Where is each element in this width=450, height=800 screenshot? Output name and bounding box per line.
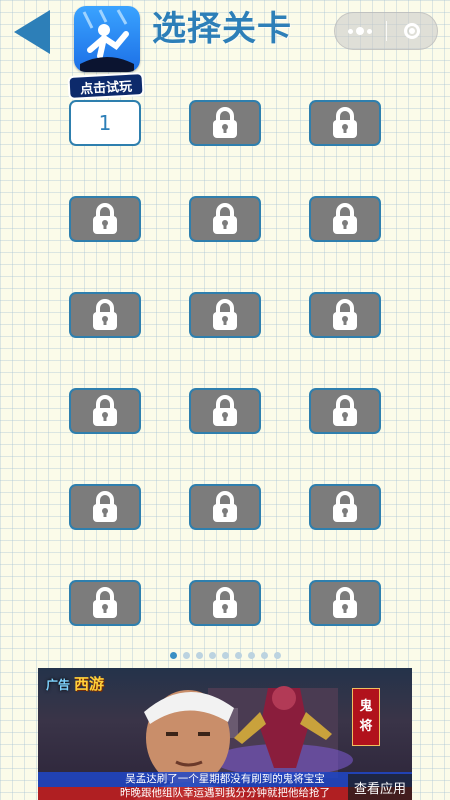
lock-icon (213, 491, 237, 522)
page-dot[interactable] (221, 652, 229, 659)
level-locked-button[interactable] (189, 196, 261, 242)
level-button[interactable]: 1 (69, 100, 141, 146)
lock-icon (333, 395, 357, 426)
lock-icon (93, 587, 117, 618)
ad-side-badge-char: 将 (359, 719, 373, 734)
page-dot[interactable] (208, 652, 216, 659)
lock-icon (333, 491, 357, 522)
page-dot[interactable] (234, 652, 242, 659)
level-locked-button[interactable] (189, 484, 261, 530)
level-locked-button[interactable] (69, 292, 141, 338)
level-locked-button[interactable] (189, 292, 261, 338)
ad-banner[interactable]: 广告 西游 鬼 将 吴孟达刷了一个星期都没有刷到的鬼将宝宝 昨晚跟他组队幸运遇到… (38, 668, 412, 800)
ad-side-badge-char: 鬼 (359, 699, 373, 714)
ad-side-badge: 鬼 将 (352, 688, 380, 746)
page-dot[interactable] (260, 652, 268, 659)
lock-icon (333, 107, 357, 138)
lock-icon (93, 491, 117, 522)
lock-icon (333, 299, 357, 330)
lock-icon (213, 299, 237, 330)
level-locked-button[interactable] (309, 484, 381, 530)
level-locked-button[interactable] (69, 388, 141, 434)
page-dot[interactable] (195, 652, 203, 659)
level-locked-button[interactable] (69, 196, 141, 242)
lock-icon (93, 395, 117, 426)
page-dot[interactable] (182, 652, 190, 659)
ad-view-app-button[interactable]: 查看应用 (348, 774, 412, 800)
ad-tag: 广告 (46, 678, 71, 692)
lock-icon (93, 203, 117, 234)
page-dot[interactable] (273, 652, 281, 659)
lock-icon (213, 587, 237, 618)
level-locked-button[interactable] (189, 388, 261, 434)
level-locked-button[interactable] (189, 100, 261, 146)
lock-icon (93, 299, 117, 330)
ad-game-title: 西游 (74, 675, 105, 693)
level-locked-button[interactable] (309, 580, 381, 626)
page-dot[interactable] (169, 652, 177, 659)
lock-icon (213, 203, 237, 234)
level-number: 1 (98, 111, 112, 135)
level-locked-button[interactable] (69, 484, 141, 530)
level-locked-button[interactable] (309, 388, 381, 434)
lock-icon (333, 587, 357, 618)
lock-icon (213, 395, 237, 426)
level-locked-button[interactable] (309, 292, 381, 338)
level-locked-button[interactable] (309, 196, 381, 242)
level-locked-button[interactable] (309, 100, 381, 146)
page-dot[interactable] (247, 652, 255, 659)
lock-icon (213, 107, 237, 138)
page-indicator (0, 652, 450, 660)
level-grid: 1 (0, 0, 450, 640)
lock-icon (333, 203, 357, 234)
level-locked-button[interactable] (69, 580, 141, 626)
level-locked-button[interactable] (189, 580, 261, 626)
